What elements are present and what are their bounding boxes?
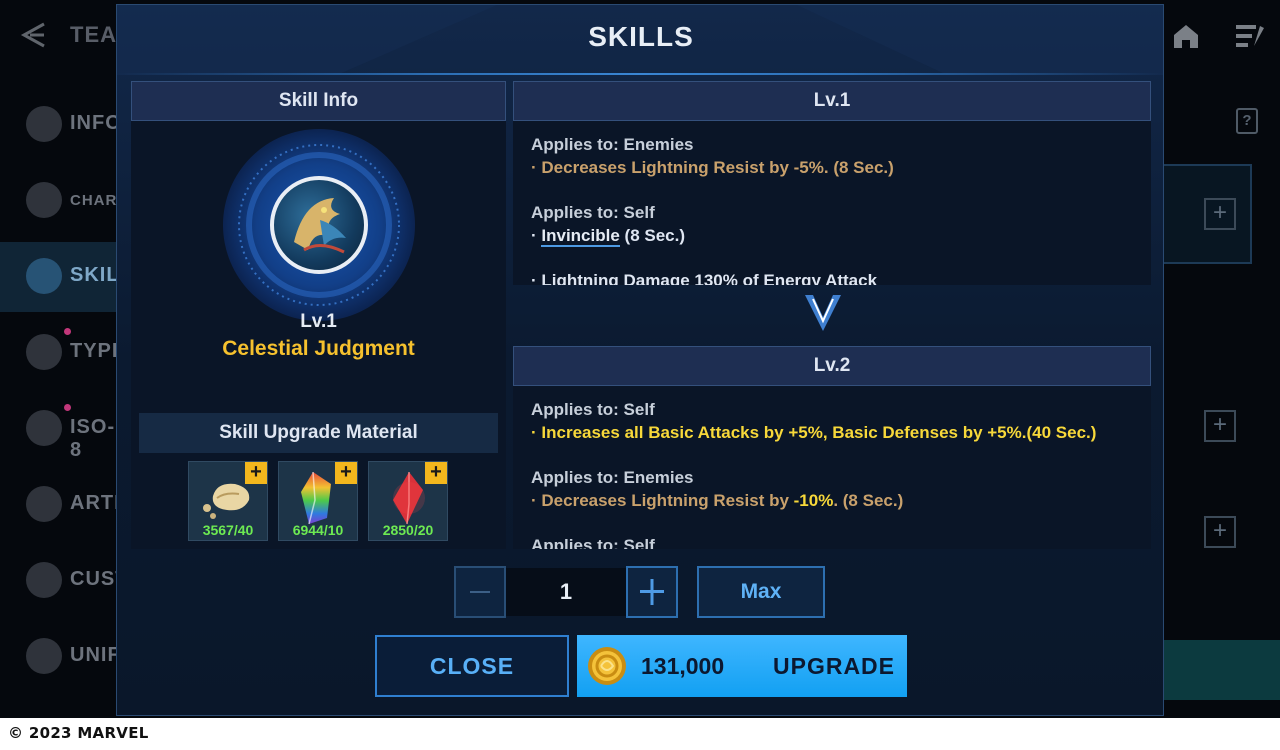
effect-bullet: · (531, 491, 542, 510)
sidebar-item-info[interactable]: INFO (0, 90, 121, 160)
add-slot-button[interactable]: + (1204, 198, 1236, 230)
artifact-icon (26, 486, 62, 522)
gold-coin-icon (588, 647, 626, 685)
quantity-value[interactable]: 1 (506, 568, 626, 616)
fist-icon (26, 258, 62, 294)
invincible-link[interactable]: Invincible (541, 226, 620, 247)
effect-bullet: · (531, 158, 542, 177)
effect-description: . (8 Sec.) (833, 491, 904, 510)
current-level-effects: Applies to: Enemies · Decreases Lightnin… (531, 133, 1141, 285)
title-divider (117, 73, 1163, 75)
effect-description: Increases all Basic Attacks by +5%, Basi… (541, 423, 1097, 442)
modal-title: SKILLS (588, 21, 694, 52)
material-count: 6944/10 (292, 522, 344, 538)
help-icon[interactable]: ? (1236, 108, 1258, 134)
background-action-button[interactable] (1164, 640, 1280, 700)
sidebar-item-label: ISO-8 (70, 416, 116, 461)
iso-crystal-icon (26, 410, 62, 446)
add-material-button[interactable]: + (245, 462, 267, 484)
home-icon[interactable] (1172, 22, 1200, 50)
max-quantity-button[interactable]: Max (697, 566, 825, 618)
skill-level-label: Lv.1 (300, 311, 337, 332)
effect-description: Decreases Lightning Resist by -5%. (8 Se… (541, 158, 894, 177)
custom-icon (26, 562, 62, 598)
quantity-decrease-button[interactable] (454, 566, 506, 618)
skills-modal: SKILLS Skill Info Lv.1 Celestial Judgmen… (116, 4, 1164, 716)
sidebar-item-label: ARTI (70, 492, 121, 514)
sidebar-item-artifact[interactable]: ARTI (0, 470, 120, 540)
effect-bullet: · (531, 271, 542, 285)
copyright-notice: © 2023 MARVEL (8, 724, 149, 742)
upgrade-label: UPGRADE (773, 653, 896, 679)
applies-to-label: Applies to: Self (531, 203, 655, 222)
minus-icon (470, 591, 490, 593)
menu-icon[interactable] (1234, 22, 1266, 50)
skill-info-header: Skill Info (131, 81, 506, 121)
applies-to-label: Applies to: Self (531, 400, 655, 419)
current-level-header: Lv.1 (513, 81, 1151, 121)
plus-icon (640, 579, 664, 605)
upgrade-cost: 131,000 (641, 653, 725, 679)
effect-entry: · Lightning Damage 130% of Energy Attack (531, 269, 1141, 285)
effect-description: Decreases Lightning Resist by (541, 491, 794, 510)
spider-mask-icon (26, 106, 62, 142)
sidebar-item-uniform[interactable]: UNIF (0, 622, 120, 692)
back-arrow-icon[interactable] (18, 20, 48, 50)
type-icon (26, 334, 62, 370)
upgrade-button[interactable]: 131,000 UPGRADE (577, 635, 907, 697)
notification-dot (64, 404, 71, 411)
applies-to-label: Applies to: Enemies (531, 135, 694, 154)
sidebar-item-label: UNIF (70, 644, 121, 666)
copyright-icon: © (8, 724, 24, 742)
add-material-button[interactable]: + (335, 462, 357, 484)
effect-entry: Applies to: Enemies · Decreases Lightnin… (531, 133, 1141, 179)
quantity-increase-button[interactable] (626, 566, 678, 618)
skill-name: Celestial Judgment (222, 337, 415, 360)
game-screen: TEAM ? INFO CHARA SKILL TYPE ISO-8 ARTI … (0, 0, 1280, 718)
effect-description: (8 Sec.) (619, 226, 686, 245)
uniform-icon (26, 638, 62, 674)
material-slot-red-crystal[interactable]: + 2850/20 (368, 461, 448, 541)
add-slot-button[interactable]: + (1204, 516, 1236, 548)
effect-entry: Applies to: Self · Invincible (8 Sec.) (531, 201, 1141, 247)
chevron-down-icon (805, 295, 841, 331)
current-level-panel[interactable]: Lv.1 Applies to: Enemies · Decreases Lig… (513, 81, 1151, 285)
sidebar-item-type[interactable]: TYPE (0, 318, 125, 388)
applies-to-label: Applies to: Self (531, 536, 655, 549)
material-slot-rainbow-crystal[interactable]: + 6944/10 (278, 461, 358, 541)
effect-highlight-value: -10% (793, 491, 834, 510)
sidebar-item-label: INFO (70, 112, 122, 134)
hammer-icon (26, 182, 62, 218)
next-level-header: Lv.2 (513, 346, 1151, 386)
next-level-panel[interactable]: Lv.2 Applies to: Self · Increases all Ba… (513, 346, 1151, 549)
add-slot-button[interactable]: + (1204, 410, 1236, 442)
copyright-text: 2023 MARVEL (28, 724, 149, 742)
sidebar-item-character[interactable]: CHARA (0, 166, 128, 236)
next-level-effects: Applies to: Self · Increases all Basic A… (531, 398, 1141, 549)
effect-entry: Applies to: Self (531, 534, 1141, 549)
add-material-button[interactable]: + (425, 462, 447, 484)
sidebar-item-skill[interactable]: SKILL (0, 242, 132, 312)
notification-dot (64, 328, 71, 335)
skill-info-panel: Skill Info Lv.1 Celestial Judgment Skill… (131, 81, 506, 549)
close-button[interactable]: CLOSE (375, 635, 569, 697)
material-count: 2850/20 (382, 522, 434, 538)
dragon-skill-icon[interactable] (270, 176, 368, 274)
material-slot-rock[interactable]: + 3567/40 (188, 461, 268, 541)
effect-entry: Applies to: Enemies · Decreases Lightnin… (531, 466, 1141, 512)
sidebar-item-custom[interactable]: CUST (0, 546, 127, 616)
effect-entry: Applies to: Self · Increases all Basic A… (531, 398, 1141, 444)
applies-to-label: Applies to: Enemies (531, 468, 694, 487)
effect-bullet: · (531, 423, 542, 442)
material-count: 3567/40 (202, 522, 254, 538)
sidebar-item-iso8[interactable]: ISO-8 (0, 394, 116, 464)
effect-bullet: · (531, 226, 542, 245)
effect-description: Lightning Damage 130% of Energy Attack (541, 271, 878, 285)
upgrade-material-header: Skill Upgrade Material (139, 413, 498, 453)
